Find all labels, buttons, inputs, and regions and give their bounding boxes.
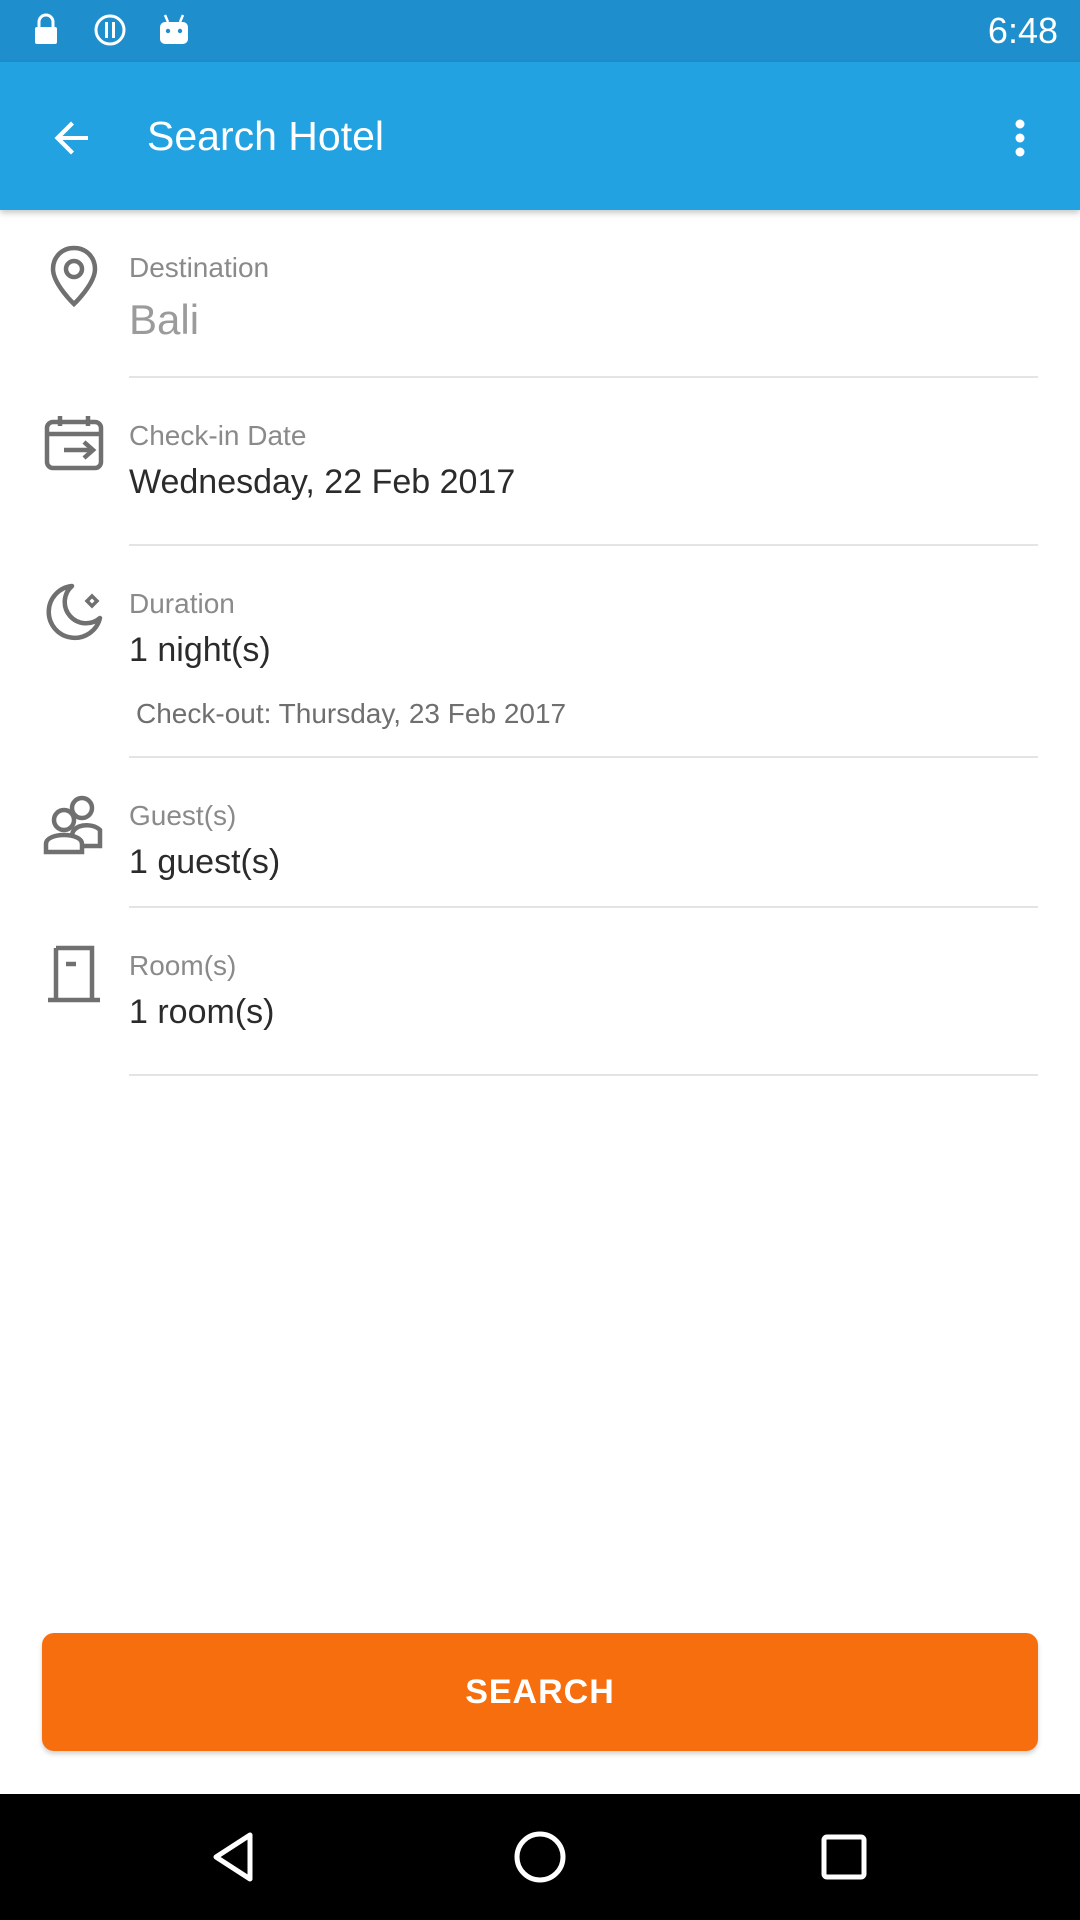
guests-field[interactable]: Guest(s) 1 guest(s) (0, 758, 1080, 908)
android-icon (156, 12, 192, 48)
rooms-value: 1 room(s) (129, 993, 275, 1031)
calendar-icon (42, 412, 106, 476)
guests-value: 1 guest(s) (129, 843, 281, 881)
destination-label: Destination (129, 252, 270, 283)
nav-recents-button[interactable] (804, 1817, 884, 1897)
destination-value: Bali (129, 296, 200, 343)
checkin-value: Wednesday, 22 Feb 2017 (129, 463, 516, 501)
status-time: 6:48 (987, 10, 1058, 51)
location-pin-icon (42, 244, 106, 308)
rooms-field[interactable]: Room(s) 1 room(s) (0, 908, 1080, 1078)
nav-home-button[interactable] (500, 1817, 580, 1897)
moon-icon (42, 580, 106, 644)
navigation-bar (0, 1794, 1080, 1920)
nav-back-button[interactable] (196, 1817, 276, 1897)
duration-value: 1 night(s) (129, 631, 271, 669)
arrow-back-icon (54, 121, 88, 155)
rooms-label: Room(s) (129, 950, 237, 981)
recents-square-icon (821, 1834, 867, 1880)
search-button[interactable]: SEARCH (42, 1633, 1038, 1751)
app-bar: Search Hotel (0, 62, 1080, 210)
lock-icon (28, 12, 64, 48)
status-bar: 6:48 (0, 0, 1080, 62)
divider (129, 1074, 1038, 1076)
more-vert-icon (1015, 119, 1025, 157)
back-button[interactable] (30, 96, 114, 180)
people-icon (42, 792, 106, 856)
checkout-text: Check-out: Thursday, 23 Feb 2017 (136, 698, 567, 729)
back-triangle-icon (213, 1832, 253, 1882)
page-title: Search Hotel (147, 113, 385, 159)
data-saver-icon (92, 12, 128, 48)
destination-field[interactable]: Destination Bali (0, 210, 1080, 380)
checkin-date-field[interactable]: Check-in Date Wednesday, 22 Feb 2017 (0, 378, 1080, 548)
home-circle-icon (514, 1831, 566, 1883)
overflow-menu-button[interactable] (978, 96, 1062, 180)
checkin-label: Check-in Date (129, 420, 307, 451)
door-icon (42, 942, 106, 1006)
duration-label: Duration (129, 588, 235, 619)
duration-field[interactable]: Duration 1 night(s) Check-out: Thursday,… (0, 546, 1080, 758)
guests-label: Guest(s) (129, 800, 237, 831)
